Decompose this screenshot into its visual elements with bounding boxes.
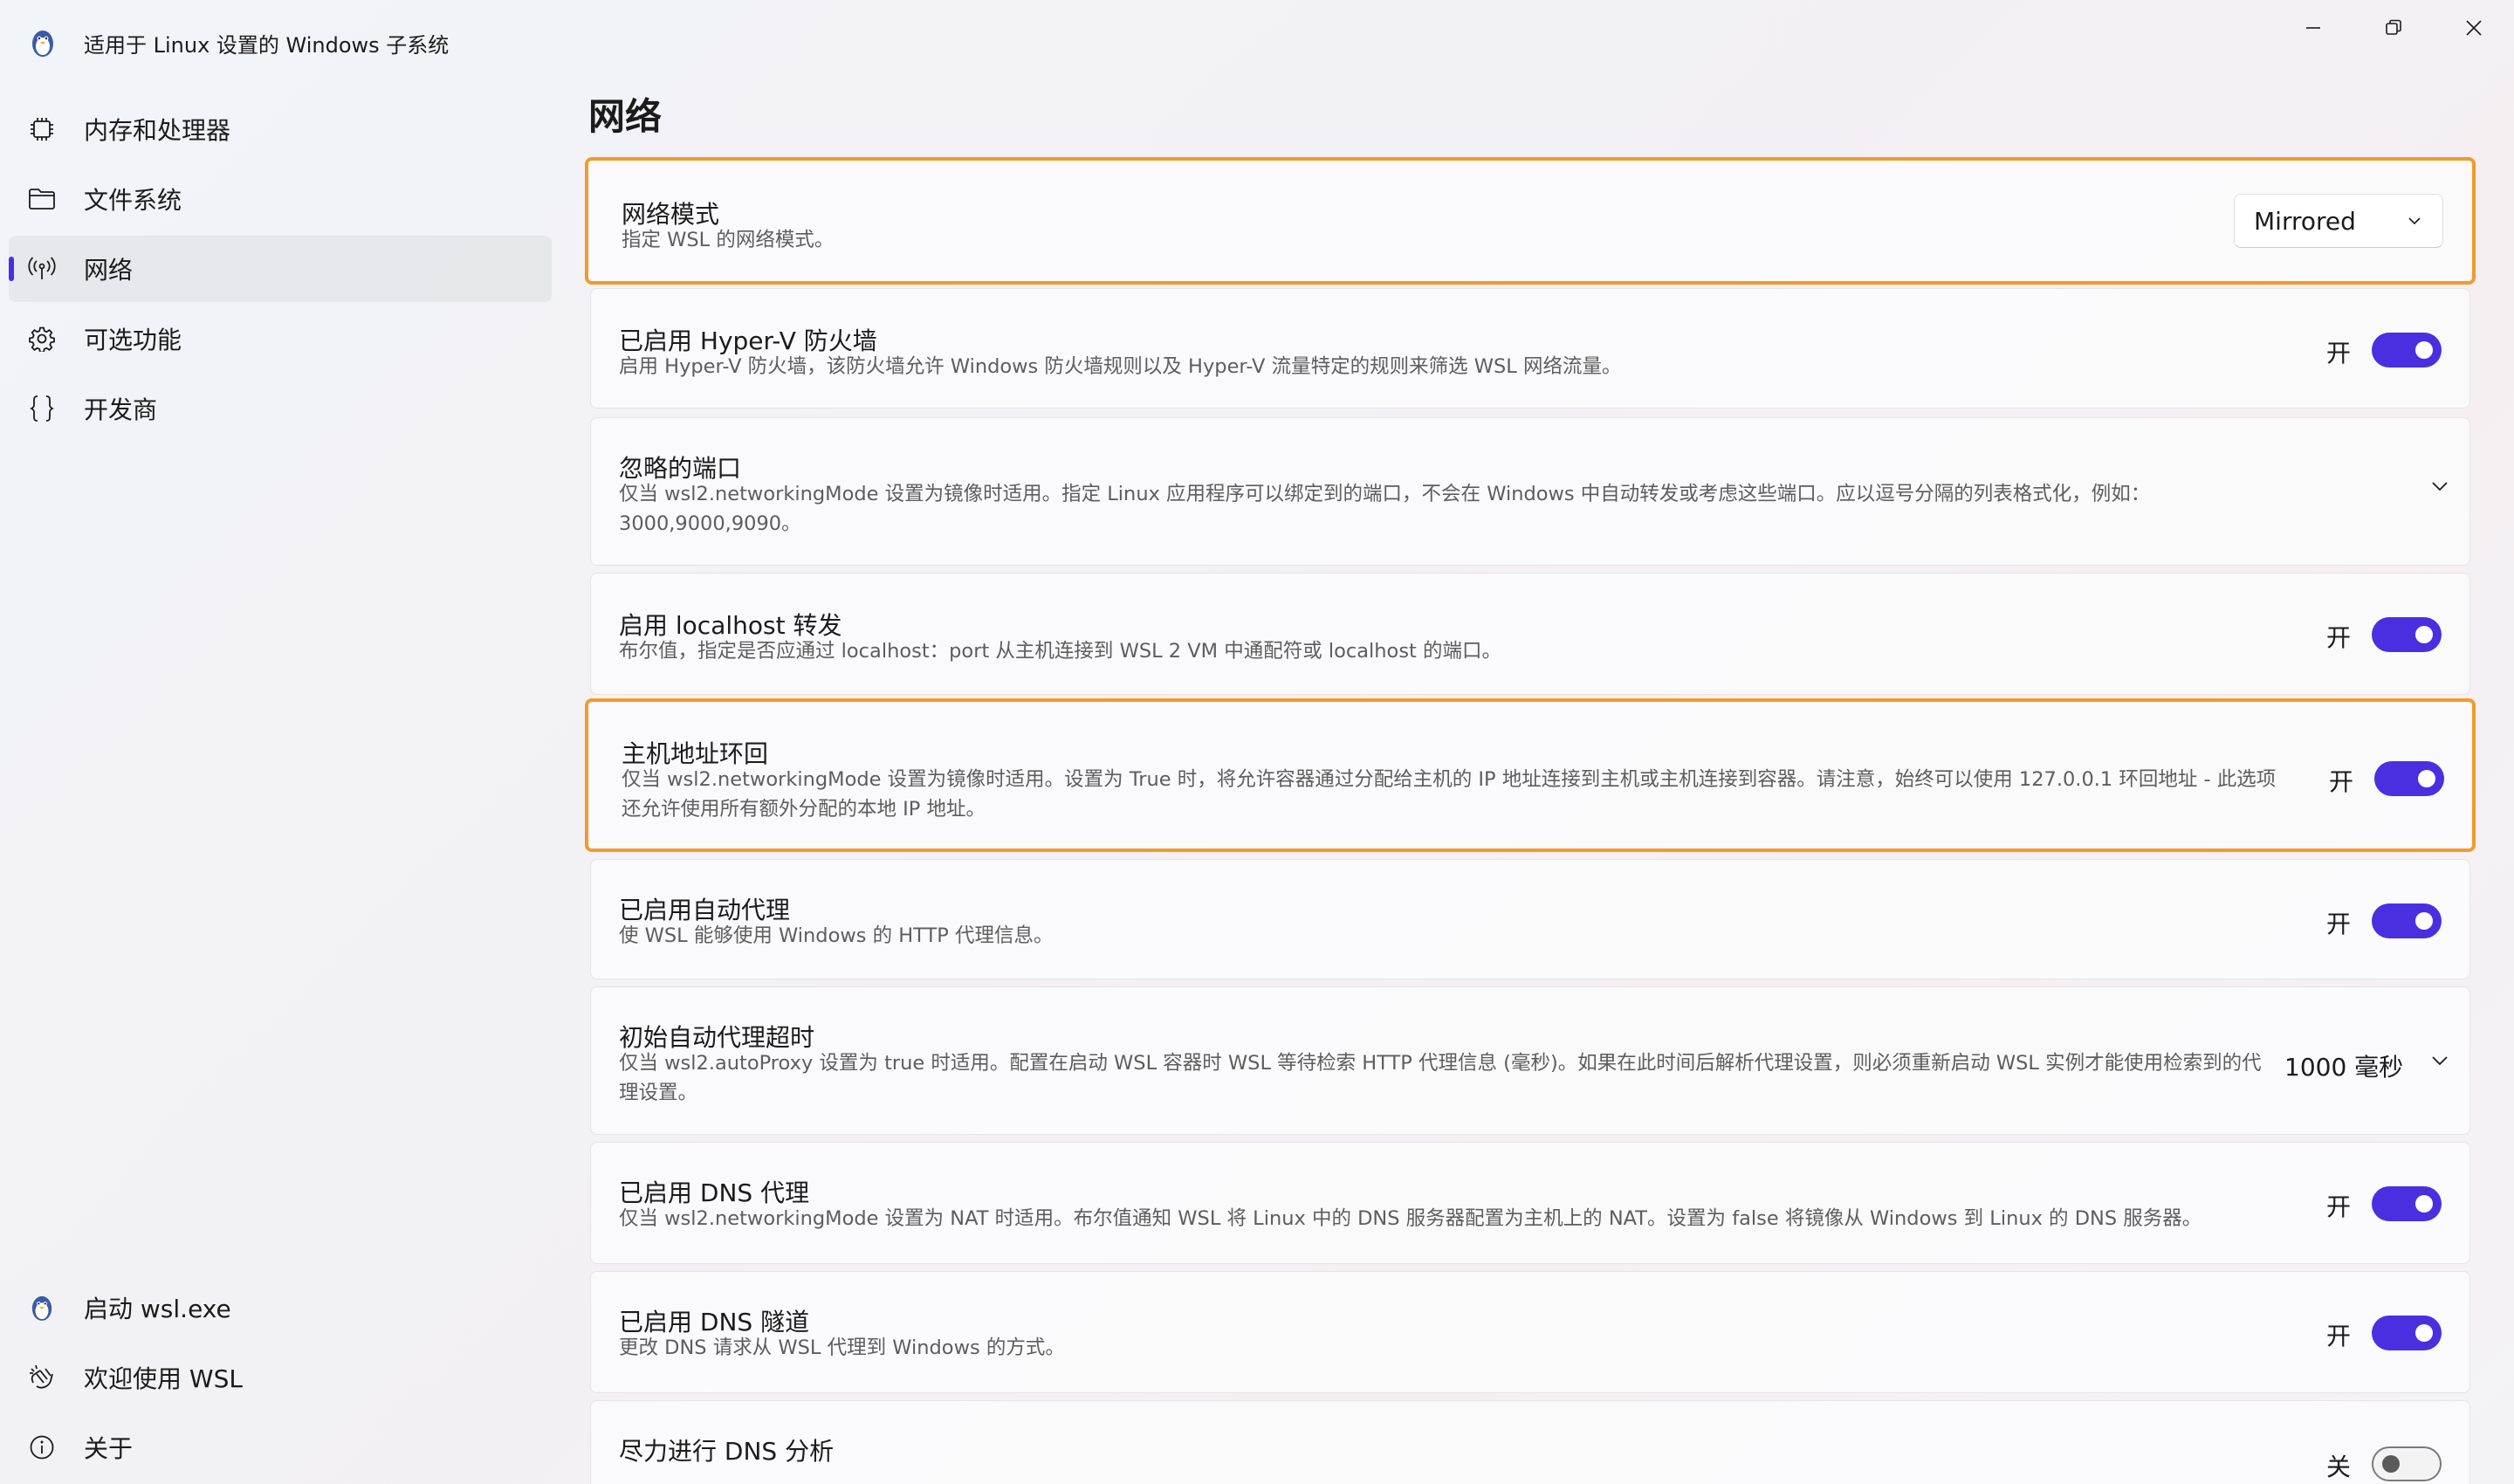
sidebar-item-label: 启动 wsl.exe [84,1295,231,1323]
dns-proxy-toggle[interactable] [2372,1186,2442,1221]
selection-indicator [9,257,14,281]
minimize-button[interactable] [2273,0,2353,56]
info-icon [28,1433,56,1461]
auto-proxy-toggle[interactable] [2372,903,2442,938]
setting-hyperv-firewall: 已启用 Hyper-V 防火墙 启用 Hyper-V 防火墙，该防火墙允许 Wi… [590,288,2470,409]
setting-best-effort-dns-parsing: 尽力进行 DNS 分析 关 [590,1400,2470,1484]
close-button[interactable] [2434,0,2514,56]
chevron-down-icon[interactable] [2429,1050,2450,1071]
toggle-state-label: 关 [2326,1453,2352,1481]
setting-dns-tunneling: 已启用 DNS 隧道 更改 DNS 请求从 WSL 代理到 Windows 的方… [590,1271,2470,1393]
sidebar-item-network[interactable]: 网络 [9,236,552,302]
dns-parsing-toggle[interactable] [2372,1446,2442,1481]
sidebar-item-launch-wsl[interactable]: 启动 wsl.exe [9,1274,552,1341]
sidebar-item-label: 文件系统 [84,186,182,215]
hyperv-firewall-toggle[interactable] [2372,333,2442,368]
setting-ignored-ports: 忽略的端口 仅当 wsl2.networkingMode 设置为镜像时适用。指定… [590,417,2470,566]
setting-description: 仅当 wsl2.networkingMode 设置为镜像时适用。指定 Linux… [619,483,2151,535]
chevron-down-icon [2406,212,2423,233]
toggle-state-label: 开 [2329,767,2354,796]
toggle-knob [2418,770,2435,787]
setting-description: 仅当 wsl2.autoProxy 设置为 true 时适用。配置在启动 WSL… [619,1052,2262,1104]
setting-description: 仅当 wsl2.networkingMode 设置为 NAT 时适用。布尔值通知… [619,1207,2202,1230]
setting-description: 使 WSL 能够使用 Windows 的 HTTP 代理信息。 [619,924,1054,947]
setting-description: 更改 DNS 请求从 WSL 代理到 Windows 的方式。 [619,1336,1065,1359]
setting-value: 1000 毫秒 [2284,1053,2404,1082]
networking-mode-dropdown[interactable]: Mirrored [2234,194,2443,248]
toggle-knob [2415,912,2433,930]
setting-dns-proxy: 已启用 DNS 代理 仅当 wsl2.networkingMode 设置为 NA… [590,1142,2470,1264]
sidebar-item-developer[interactable]: 开发商 [9,375,552,442]
toggle-knob [2415,1324,2433,1342]
sidebar-item-label: 欢迎使用 WSL [84,1364,243,1393]
minimize-icon [2304,19,2322,37]
sidebar-item-label: 可选功能 [84,326,182,354]
braces-icon [28,395,56,423]
sidebar-item-optional-features[interactable]: 可选功能 [9,306,552,372]
toggle-knob [2415,341,2433,359]
setting-description: 启用 Hyper-V 防火墙，该防火墙允许 Windows 防火墙规则以及 Hy… [619,355,1622,378]
restore-button[interactable] [2353,0,2434,56]
setting-initial-auto-proxy-timeout: 初始自动代理超时 仅当 wsl2.autoProxy 设置为 true 时适用。… [590,986,2470,1135]
folder-icon [28,185,56,213]
setting-host-address-loopback: 主机地址环回 仅当 wsl2.networkingMode 设置为镜像时适用。设… [585,698,2476,852]
chevron-down-icon[interactable] [2429,476,2450,497]
app-title: 适用于 Linux 设置的 Windows 子系统 [84,33,450,58]
close-icon [2464,18,2483,38]
welcome-icon [28,1364,56,1391]
setting-description: 布尔值，指定是否应通过 localhost：port 从主机连接到 WSL 2 … [619,640,1502,663]
sidebar-item-welcome[interactable]: 欢迎使用 WSL [9,1344,552,1411]
toggle-state-label: 开 [2326,339,2352,368]
title-bar: 适用于 Linux 设置的 Windows 子系统 [0,0,2514,84]
sidebar-item-label: 关于 [84,1434,134,1463]
penguin-icon [30,28,56,58]
sidebar-item-filesystem[interactable]: 文件系统 [9,166,552,232]
toggle-state-label: 开 [2326,623,2352,652]
toggle-knob [2382,1455,2400,1473]
sidebar-item-label: 网络 [84,256,134,285]
network-icon [28,255,56,283]
gear-icon [28,325,56,353]
toggle-state-label: 开 [2326,910,2352,938]
sidebar-item-memory-processor[interactable]: 内存和处理器 [9,96,552,162]
sidebar-item-about[interactable]: 关于 [9,1414,552,1481]
setting-title: 尽力进行 DNS 分析 [619,1437,835,1466]
chip-icon [28,115,56,143]
setting-networking-mode: 网络模式 指定 WSL 的网络模式。 Mirrored [585,157,2476,285]
sidebar-item-label: 开发商 [84,395,158,424]
penguin-icon [28,1294,56,1322]
sidebar-item-label: 内存和处理器 [84,116,231,145]
setting-description: 仅当 wsl2.networkingMode 设置为镜像时适用。设置为 True… [622,768,2277,821]
toggle-knob [2415,626,2433,643]
toggle-knob [2415,1195,2433,1213]
toggle-state-label: 开 [2326,1192,2352,1221]
localhost-forwarding-toggle[interactable] [2372,617,2442,652]
setting-description: 指定 WSL 的网络模式。 [622,229,835,251]
dropdown-value: Mirrored [2254,207,2356,236]
toggle-state-label: 开 [2326,1322,2352,1350]
page-title: 网络 [588,95,663,138]
restore-icon [2384,18,2403,38]
dns-tunneling-toggle[interactable] [2372,1316,2442,1350]
host-address-loopback-toggle[interactable] [2374,761,2444,796]
setting-localhost-forwarding: 启用 localhost 转发 布尔值，指定是否应通过 localhost：po… [590,573,2470,695]
setting-auto-proxy: 已启用自动代理 使 WSL 能够使用 Windows 的 HTTP 代理信息。 … [590,859,2470,979]
